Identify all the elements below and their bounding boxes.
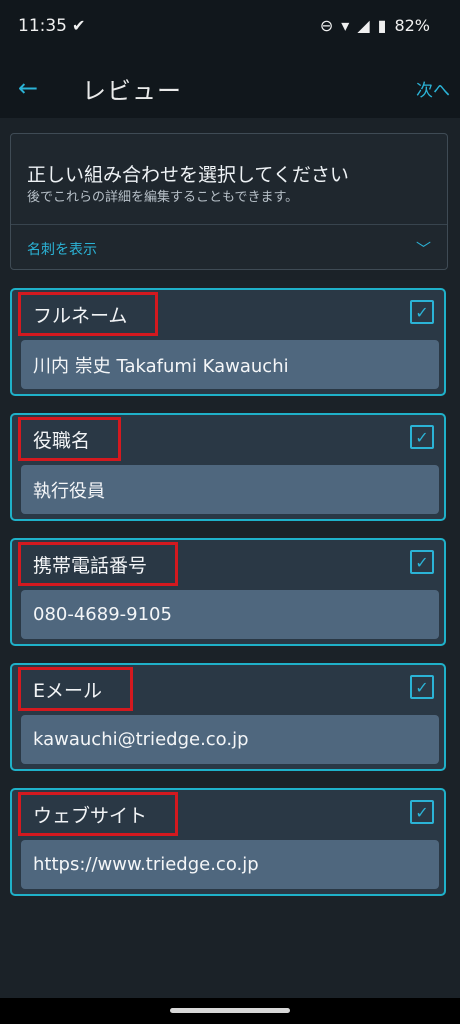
battery-percent: 82% <box>394 16 430 35</box>
divider <box>11 224 447 225</box>
field-value-input[interactable]: kawauchi@triedge.co.jp <box>21 715 439 764</box>
status-bar: 11:35 ✔ ⊖ ▾ ◢ ▮ 82% <box>0 0 460 56</box>
page-title: レビュー <box>82 77 182 105</box>
field-label: 役職名 <box>18 417 122 461</box>
review-content: 正しい組み合わせを選択してください 後でこれらの詳細を編集することもできます。 … <box>0 118 460 998</box>
checkbox-icon[interactable]: ✓ <box>410 675 434 699</box>
status-icons: ⊖ ▾ ◢ ▮ 82% <box>320 16 430 35</box>
instruction-subtitle: 後でこれらの詳細を編集することもできます。 <box>27 190 299 205</box>
app-bar: ← レビュー 次へ <box>0 56 460 118</box>
checkbox-icon[interactable]: ✓ <box>410 550 434 574</box>
instruction-card: 正しい組み合わせを選択してください 後でこれらの詳細を編集することもできます。 … <box>10 133 448 270</box>
field-value-input[interactable]: 執行役員 <box>21 465 439 514</box>
battery-icon: ▮ <box>377 16 387 35</box>
home-handle[interactable] <box>170 1008 290 1013</box>
field-card-email: Eメール ✓ kawauchi@triedge.co.jp <box>10 663 446 771</box>
next-button[interactable]: 次へ <box>416 76 450 101</box>
system-nav-bar <box>0 998 460 1024</box>
field-label: ウェブサイト <box>18 792 179 836</box>
back-arrow-icon[interactable]: ← <box>18 74 38 102</box>
field-label: フルネーム <box>18 292 159 336</box>
checkbox-icon[interactable]: ✓ <box>410 300 434 324</box>
field-value-input[interactable]: 080-4689-9105 <box>21 590 439 639</box>
field-value-input[interactable]: 川内 崇史 Takafumi Kawauchi <box>21 340 439 389</box>
field-card-full-name: フルネーム ✓ 川内 崇史 Takafumi Kawauchi <box>10 288 446 396</box>
field-label: Eメール <box>18 667 134 711</box>
checkbox-icon[interactable]: ✓ <box>410 425 434 449</box>
chevron-down-icon[interactable]: ﹀ <box>416 238 431 259</box>
notification-check-icon: ✔ <box>72 16 86 35</box>
field-card-website: ウェブサイト ✓ https://www.triedge.co.jp <box>10 788 446 896</box>
signal-icon: ◢ <box>357 16 370 35</box>
field-value-input[interactable]: https://www.triedge.co.jp <box>21 840 439 889</box>
instruction-title: 正しい組み合わせを選択してください <box>27 164 349 186</box>
field-card-job-title: 役職名 ✓ 執行役員 <box>10 413 446 521</box>
field-label: 携帯電話番号 <box>18 542 179 586</box>
field-card-mobile-phone: 携帯電話番号 ✓ 080-4689-9105 <box>10 538 446 646</box>
dnd-icon: ⊖ <box>319 16 334 35</box>
status-time: 11:35 <box>18 16 67 36</box>
checkbox-icon[interactable]: ✓ <box>410 800 434 824</box>
show-business-card-link[interactable]: 名刺を表示 <box>27 239 97 259</box>
wifi-icon: ▾ <box>341 16 350 35</box>
